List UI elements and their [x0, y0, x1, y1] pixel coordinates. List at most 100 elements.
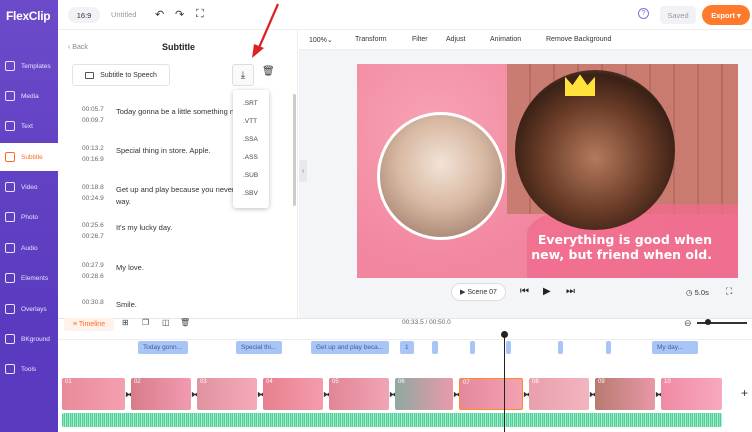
subtitle-chip[interactable]: Today gonn... [138, 341, 188, 354]
subtitle-row[interactable]: 00:25.6 00:26.7 It's my lucky day. [58, 222, 288, 260]
timeline-toggle[interactable]: ≡ Timeline [64, 318, 114, 331]
format-option-sbv[interactable]: .SBV [233, 184, 269, 202]
export-label: Export [711, 10, 735, 20]
subtitle-chip[interactable]: 1 [400, 341, 414, 354]
remove-background-button[interactable]: Remove Background [546, 36, 611, 43]
back-button[interactable]: ‹ Back [68, 44, 88, 51]
play-icon[interactable]: ▶ [543, 286, 551, 297]
playhead-handle[interactable] [501, 331, 508, 338]
sidebar-item-label: Photo [21, 213, 38, 221]
subtitle-text[interactable]: My love. [116, 262, 236, 274]
subtitle-row[interactable]: 00:27.9 00:28.6 My love. [58, 262, 288, 300]
filter-button[interactable]: Filter [412, 36, 428, 43]
zoom-out-icon[interactable]: ⊖ [684, 318, 692, 329]
duplicate-icon[interactable]: ❐ [142, 318, 149, 327]
format-option-srt[interactable]: .SRT [233, 94, 269, 112]
subtitle-icon [5, 152, 15, 162]
subtitle-to-speech-button[interactable]: Subtitle to Speech [72, 64, 170, 86]
scene-clip[interactable]: 10 [661, 378, 722, 410]
scene-clip[interactable]: 09 [595, 378, 655, 410]
scene-clip[interactable]: 01 [62, 378, 125, 410]
subtitle-chip[interactable] [558, 341, 563, 354]
scene-clip[interactable]: 05 [329, 378, 389, 410]
sidebar-item-overlays[interactable]: Overlays [0, 295, 58, 323]
sidebar-item-tools[interactable]: Tools [0, 355, 58, 383]
subtitle-text[interactable]: It's my lucky day. [116, 222, 236, 234]
subtitle-chip[interactable] [470, 341, 475, 354]
saved-status: Saved [660, 6, 696, 24]
subtitle-start: 00:30.8 [82, 299, 104, 306]
help-icon[interactable]: ? [638, 8, 649, 19]
subtitle-chip[interactable]: My day... [652, 341, 698, 354]
sidebar-item-bkground[interactable]: BKground [0, 325, 58, 353]
subtitle-text[interactable]: Smile. [116, 299, 236, 311]
sidebar-item-templates[interactable]: Templates [0, 52, 58, 80]
export-button[interactable]: Export ▾ [702, 5, 750, 25]
format-option-vtt[interactable]: .VTT [233, 112, 269, 130]
clip-number: 04 [266, 379, 273, 385]
trash-icon[interactable]: 🗑 [262, 66, 275, 77]
download-subtitle-button[interactable]: ⤓ [232, 64, 254, 86]
subtitle-end: 00:16.9 [82, 156, 104, 163]
sidebar-item-label: Overlays [21, 305, 47, 313]
audio-waveform-track[interactable] [62, 413, 722, 427]
delete-scene-icon[interactable]: 🗑 [180, 318, 190, 327]
sidebar-item-subtitle[interactable]: Subtitle [0, 143, 58, 171]
format-option-sub[interactable]: .SUB [233, 166, 269, 184]
tools-icon [5, 364, 15, 374]
photo-circle-left[interactable] [377, 112, 505, 240]
scene-clip[interactable]: 06 [395, 378, 453, 410]
scene-clip[interactable]: 08 [529, 378, 589, 410]
caption-line-1[interactable]: Everything is good when [538, 232, 712, 247]
adjust-button[interactable]: Adjust [446, 36, 465, 43]
undo-icon[interactable]: ↶ [155, 8, 164, 21]
zoom-slider-handle[interactable] [705, 319, 711, 325]
subtitle-chip[interactable] [606, 341, 611, 354]
fullscreen-preview-icon[interactable]: ⛶ [726, 286, 732, 297]
panel-scrollbar[interactable] [293, 94, 296, 206]
scene-button[interactable]: ▶ Scene 07 [451, 283, 506, 301]
sidebar-item-audio[interactable]: Audio [0, 234, 58, 262]
clip-number: 09 [598, 379, 605, 385]
subtitle-end: 00:09.7 [82, 117, 104, 124]
scene-clip[interactable]: 03 [197, 378, 257, 410]
animation-button[interactable]: Animation [490, 36, 521, 43]
download-format-menu: .SRT .VTT .SSA .ASS .SUB .SBV [233, 90, 269, 208]
timeline-ruler[interactable] [58, 334, 752, 340]
subtitle-chip[interactable]: Get up and play beca... [311, 341, 389, 354]
previous-icon[interactable]: ⏮ [520, 286, 529, 297]
format-option-ssa[interactable]: .SSA [233, 130, 269, 148]
subtitle-text[interactable]: Get up and play because you never way. [116, 184, 236, 208]
duration-display[interactable]: ◷ 5.0s [686, 288, 709, 297]
project-title[interactable]: Untitled [111, 10, 136, 19]
scene-clip[interactable]: 04 [263, 378, 323, 410]
format-option-ass[interactable]: .ASS [233, 148, 269, 166]
subtitle-chip[interactable] [432, 341, 438, 354]
clip-number: 01 [65, 379, 72, 385]
clip-number: 05 [332, 379, 339, 385]
sidebar-item-elements[interactable]: Elements [0, 264, 58, 292]
video-canvas[interactable]: Everything is good when new, but friend … [357, 64, 738, 278]
photo-circle-right[interactable] [515, 70, 675, 230]
split-icon[interactable]: ◫ [162, 318, 170, 327]
sidebar-item-video[interactable]: Video [0, 173, 58, 201]
collapse-panel-handle[interactable]: ‹ [299, 160, 307, 182]
subtitle-chip[interactable]: Special thi... [236, 341, 282, 354]
fullscreen-icon[interactable]: ⛶ [196, 8, 204, 21]
next-icon[interactable]: ⏭ [566, 286, 575, 297]
add-clip-icon[interactable]: + [741, 386, 748, 400]
sidebar-item-text[interactable]: Text [0, 112, 58, 140]
subtitle-text[interactable]: Today gonna be a little something n [116, 106, 236, 118]
transform-button[interactable]: Transform [355, 36, 387, 43]
subtitle-chip[interactable] [506, 341, 511, 354]
sidebar-item-photo[interactable]: Photo [0, 203, 58, 231]
sidebar-item-media[interactable]: Media [0, 82, 58, 110]
scene-clip-selected[interactable]: 07 [459, 378, 523, 410]
aspect-ratio-button[interactable]: 16:9 [68, 7, 100, 23]
scene-clip[interactable]: 02 [131, 378, 191, 410]
playhead[interactable] [504, 332, 505, 432]
caption-line-2[interactable]: new, but friend when old. [531, 247, 712, 262]
redo-icon[interactable]: ↷ [175, 8, 184, 21]
zoom-select[interactable]: 100%⌄ [309, 36, 333, 44]
add-scene-icon[interactable]: ⊞ [122, 318, 129, 327]
